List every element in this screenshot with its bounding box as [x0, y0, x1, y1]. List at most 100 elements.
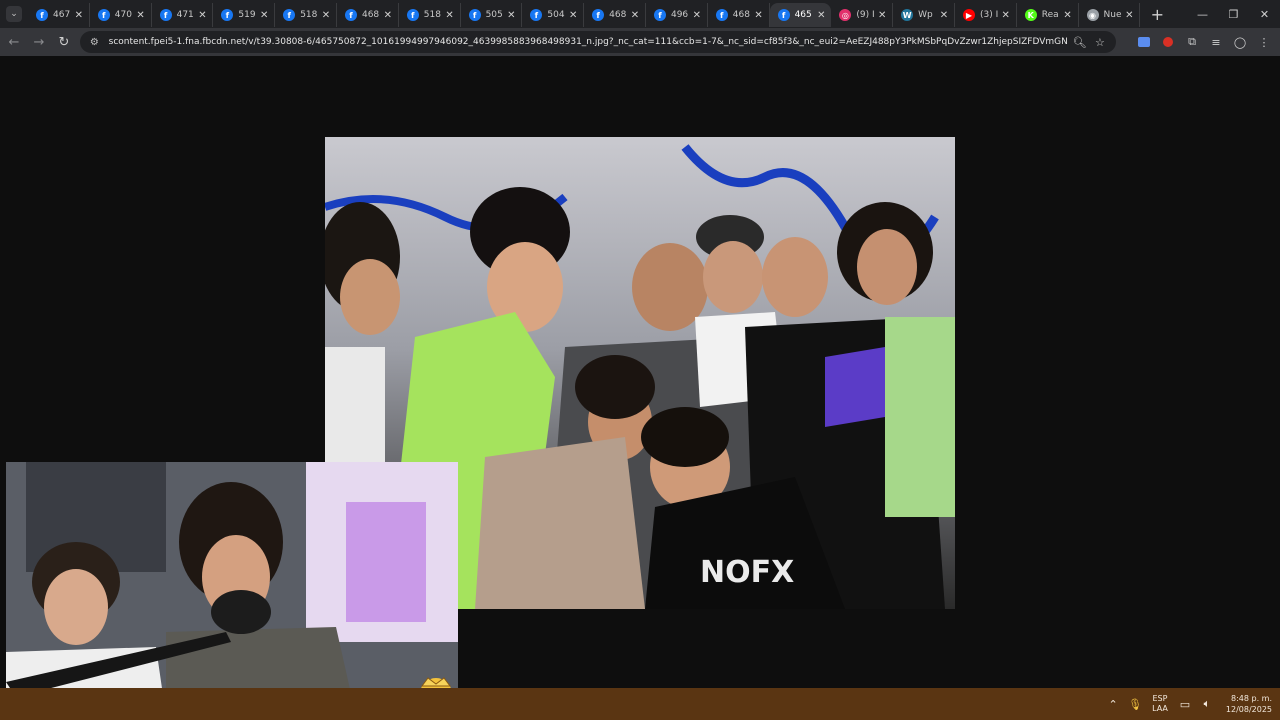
- browser-tab[interactable]: f 496 ✕: [646, 3, 708, 27]
- tab-close-icon[interactable]: ✕: [320, 9, 332, 21]
- browser-tab[interactable]: f 505 ✕: [461, 3, 523, 27]
- browser-tab[interactable]: W Wp ✕: [893, 3, 955, 27]
- tab-close-icon[interactable]: ✕: [135, 9, 147, 21]
- facebook-icon: f: [36, 9, 48, 21]
- tab-close-icon[interactable]: ✕: [382, 9, 394, 21]
- tab-close-icon[interactable]: ✕: [1000, 9, 1012, 21]
- close-icon: ✕: [1259, 7, 1270, 21]
- facebook-icon: f: [468, 9, 481, 21]
- facebook-icon: f: [283, 9, 296, 21]
- profile-icon[interactable]: ◯: [1228, 31, 1252, 53]
- tab-close-icon[interactable]: ✕: [815, 9, 827, 21]
- browser-tab[interactable]: f 519 ✕: [213, 3, 276, 27]
- facebook-icon: f: [221, 9, 234, 21]
- tab-title: 505: [485, 10, 503, 20]
- translate-icon[interactable]: [1132, 31, 1156, 53]
- youtube-icon: ▶: [962, 9, 975, 21]
- minimize-icon: —: [1197, 7, 1208, 21]
- language-indicator[interactable]: ESP LAA: [1152, 694, 1168, 714]
- browser-tab[interactable]: f 518 ✕: [275, 3, 337, 27]
- site-info-icon[interactable]: ⚙: [88, 35, 101, 49]
- browser-tab[interactable]: f 471 ✕: [152, 3, 214, 27]
- minimize-button[interactable]: —: [1187, 0, 1218, 28]
- tab-title: 471: [176, 10, 194, 20]
- arrow-left-icon: ←: [8, 34, 20, 50]
- facebook-icon: f: [406, 9, 419, 21]
- speaker-icon[interactable]: 🔈︎: [1196, 693, 1218, 715]
- tab-title: 470: [114, 10, 132, 20]
- reload-button[interactable]: ↻: [52, 30, 76, 54]
- chevron-down-icon: ⌄: [10, 9, 18, 19]
- browser-tab[interactable]: f 470 ✕: [90, 3, 152, 27]
- new-tab-button[interactable]: +: [1146, 3, 1168, 25]
- tab-close-icon[interactable]: ✕: [876, 9, 888, 21]
- tab-close-icon[interactable]: ✕: [1123, 9, 1135, 21]
- tab-title: (3) I: [979, 10, 999, 20]
- address-bar[interactable]: ⚙ scontent.fpei5-1.fna.fbcdn.net/v/t39.3…: [80, 31, 1116, 53]
- tab-close-icon[interactable]: ✕: [938, 9, 950, 21]
- tab-close-icon[interactable]: ✕: [1062, 9, 1074, 21]
- tab-strip: ⌄ f 467 ✕ f 470 ✕ f 471 ✕ f 519 ✕ f 518 ✕ f 468 ✕ f 518 ✕ f 50…: [0, 0, 1280, 28]
- bookmark-star-icon[interactable]: ☆: [1092, 33, 1108, 51]
- browser-tab[interactable]: ◉ Nue ✕: [1079, 3, 1141, 27]
- tab-close-icon[interactable]: ✕: [691, 9, 703, 21]
- reload-icon: ↻: [58, 34, 70, 50]
- chevron-up-icon[interactable]: ⌃: [1102, 693, 1124, 715]
- chrome-icon: ◉: [1086, 9, 1099, 21]
- clock[interactable]: 8:48 p. m. 12/08/2025: [1226, 693, 1272, 715]
- facebook-icon: f: [653, 9, 666, 21]
- arrow-right-icon: →: [33, 34, 45, 50]
- tab-close-icon[interactable]: ✕: [258, 9, 270, 21]
- facebook-icon: f: [344, 9, 357, 21]
- browser-tab[interactable]: f 468 ✕: [584, 3, 646, 27]
- tab-title: Rea: [1041, 10, 1059, 20]
- browser-tab[interactable]: f 468 ✕: [708, 3, 770, 27]
- keyboard-layout: LAA: [1152, 704, 1168, 713]
- webcam-overlay: [6, 462, 458, 716]
- close-window-button[interactable]: ✕: [1249, 0, 1280, 28]
- extension-red-icon[interactable]: [1156, 31, 1180, 53]
- browser-tab[interactable]: f 467 ✕: [28, 3, 90, 27]
- more-menu-icon[interactable]: ⋮: [1252, 31, 1276, 53]
- tab-title: 519: [238, 10, 256, 20]
- media-control-icon[interactable]: ≡: [1204, 31, 1228, 53]
- tab-close-icon[interactable]: ✕: [567, 9, 579, 21]
- browser-tab[interactable]: f 518 ✕: [399, 3, 461, 27]
- tab-close-icon[interactable]: ✕: [629, 9, 641, 21]
- browser-tab[interactable]: ◎ (9) I ✕: [831, 3, 894, 27]
- extensions-puzzle-icon[interactable]: ⧉: [1180, 31, 1204, 53]
- tab-title: 468: [609, 10, 627, 20]
- browser-tab[interactable]: f 465 ✕: [769, 3, 832, 27]
- network-icon[interactable]: ▭: [1174, 693, 1196, 715]
- tab-title: Wp: [918, 10, 933, 20]
- taskbar: ⌃ 🎙︎ ESP LAA ▭ 🔈︎ 8:48 p. m. 12/08/2025: [0, 688, 1280, 720]
- window-controls: — ❐ ✕: [1187, 0, 1280, 28]
- instagram-icon: ◎: [839, 9, 852, 21]
- browser-tab[interactable]: f 468 ✕: [337, 3, 399, 27]
- tab-close-icon[interactable]: ✕: [444, 9, 456, 21]
- browser-tab[interactable]: f 504 ✕: [522, 3, 585, 27]
- back-button[interactable]: ←: [2, 30, 26, 54]
- forward-button[interactable]: →: [27, 30, 51, 54]
- facebook-icon: f: [715, 9, 728, 21]
- restore-button[interactable]: ❐: [1218, 0, 1249, 28]
- facebook-icon: f: [777, 9, 790, 21]
- browser-tab[interactable]: K Rea ✕: [1017, 3, 1079, 27]
- zoom-icon[interactable]: 🔍︎: [1071, 33, 1087, 51]
- tab-close-icon[interactable]: ✕: [196, 9, 208, 21]
- svg-text:NOFX: NOFX: [700, 555, 794, 590]
- facebook-icon: f: [530, 9, 543, 21]
- time-text: 8:48 p. m.: [1230, 694, 1272, 703]
- toolbar-right-icons: ⧉ ≡ ◯ ⋮: [1132, 31, 1276, 53]
- tab-title: 468: [732, 10, 750, 20]
- tab-title: 468: [361, 10, 380, 20]
- microphone-icon[interactable]: 🎙︎: [1124, 693, 1146, 715]
- browser-tab[interactable]: ▶ (3) I ✕: [955, 3, 1017, 27]
- url-text[interactable]: scontent.fpei5-1.fna.fbcdn.net/v/t39.308…: [109, 37, 1068, 47]
- facebook-icon: f: [159, 9, 172, 21]
- tab-close-icon[interactable]: ✕: [753, 9, 765, 21]
- tab-search-button[interactable]: ⌄: [6, 6, 22, 22]
- tab-close-icon[interactable]: ✕: [505, 9, 517, 21]
- tab-close-icon[interactable]: ✕: [73, 9, 85, 21]
- kick-icon: K: [1024, 9, 1037, 21]
